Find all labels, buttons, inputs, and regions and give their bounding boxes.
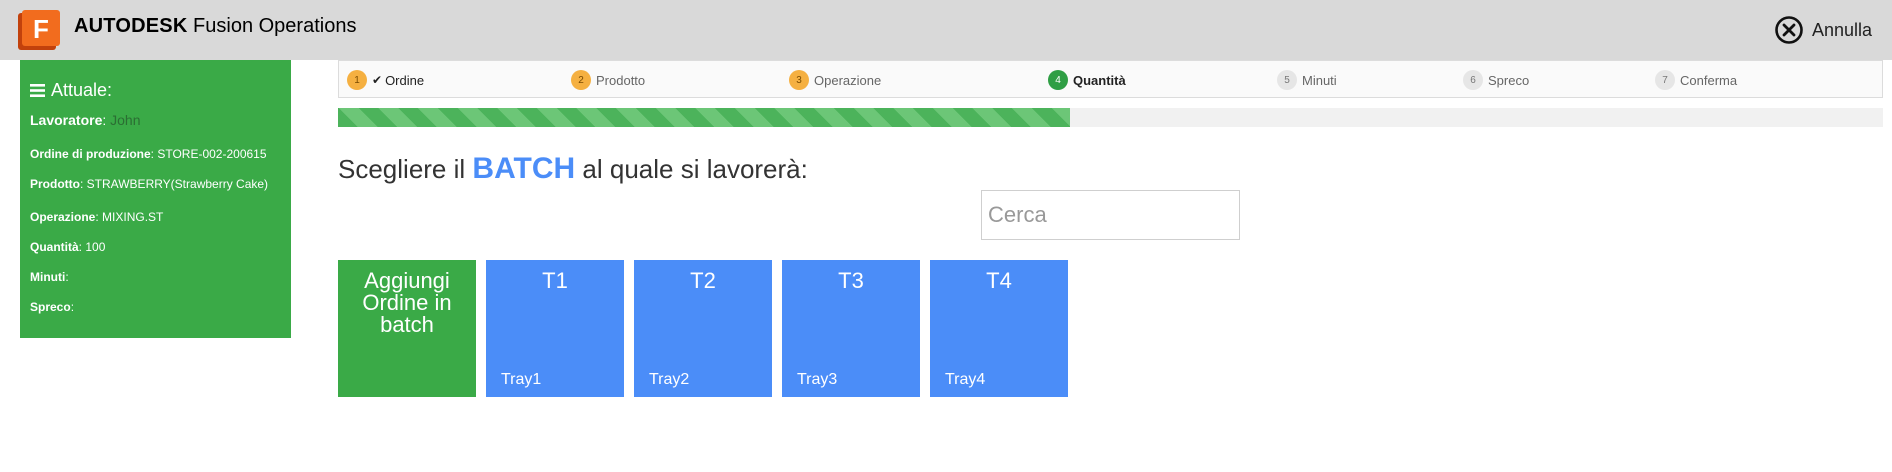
step-order[interactable]: 1 ✔ Ordine [347,70,424,90]
batch-name: Tray2 [649,371,690,388]
fusion-logo-icon: F [18,10,60,50]
wizard-stepper: 1 ✔ Ordine 2 Prodotto 3 Operazione 4 Qua… [338,60,1883,98]
step-number: 5 [1277,70,1297,90]
heading-post: al quale si lavorerà: [582,154,808,184]
current-info-panel: Attuale: Lavoratore: John Ordine di prod… [20,60,291,338]
quantity-value: 100 [85,240,106,254]
progress-fill [338,108,1071,127]
app-header: F AUTODESK Fusion Operations Annulla [0,0,1892,60]
heading-highlight: BATCH [472,152,576,185]
production-order-value: STORE-002-200615 [157,147,267,161]
add-order-label: Aggiungi Ordine in batch [362,268,452,337]
minutes-key: Minuti [30,270,66,284]
batch-name: Tray1 [501,371,542,388]
step-product[interactable]: 2 Prodotto [571,70,645,90]
step-confirm[interactable]: 7 Conferma [1655,70,1737,90]
close-circle-icon [1775,16,1803,44]
app-title: AUTODESK Fusion Operations [74,15,356,38]
cancel-label: Annulla [1811,19,1872,40]
step-label: Operazione [814,72,882,88]
step-label: Ordine [385,72,425,88]
step-number: 1 [347,70,367,90]
step-minutes[interactable]: 5 Minuti [1277,70,1337,90]
step-label: Conferma [1680,72,1738,88]
operation-row: Operazione: MIXING.ST [30,210,164,224]
step-number: 7 [1655,70,1675,90]
minutes-row: Minuti: [30,270,69,284]
batch-code: T3 [838,268,864,293]
batch-tile-t3[interactable]: T3 Tray3 [782,260,920,397]
quantity-row: Quantità: 100 [30,240,106,254]
step-number: 6 [1463,70,1483,90]
production-order-row: Ordine di produzione: STORE-002-200615 [30,147,267,161]
check-icon: ✔ [372,73,383,87]
step-quantity[interactable]: 4 Quantità [1048,70,1126,90]
panel-title: Attuale: [30,80,112,101]
batch-code: T2 [690,268,716,293]
batch-code: T1 [542,268,568,293]
panel-title-label: Attuale: [51,80,113,100]
waste-row: Spreco: [30,300,75,314]
step-label: Prodotto [596,72,646,88]
brand-product: Fusion Operations [193,15,357,37]
product-value: STRAWBERRY(Strawberry Cake) [86,177,269,191]
brand-bold: AUTODESK [74,15,188,37]
batch-name: Tray4 [945,371,986,388]
step-number: 3 [789,70,809,90]
operation-key: Operazione [30,210,96,224]
batch-code: T4 [986,268,1012,293]
step-waste[interactable]: 6 Spreco [1463,70,1529,90]
batch-name: Tray3 [797,371,838,388]
step-label: Minuti [1302,72,1337,88]
step-number: 2 [571,70,591,90]
batch-tile-t4[interactable]: T4 Tray4 [930,260,1068,397]
quantity-key: Quantità [30,240,79,254]
worker-row: Lavoratore: John [30,112,141,128]
wizard-progress-bar [338,108,1883,127]
batch-tile-t1[interactable]: T1 Tray1 [486,260,624,397]
heading-pre: Scegliere il [338,154,466,184]
step-operation[interactable]: 3 Operazione [789,70,881,90]
search-input[interactable] [981,190,1240,240]
menu-icon [30,84,45,97]
waste-key: Spreco [30,300,71,314]
cancel-button[interactable]: Annulla [1774,12,1872,48]
page-heading: Scegliere il BATCH al quale si lavorerà: [338,152,808,186]
product-key: Prodotto [30,177,80,191]
svg-text:F: F [33,14,49,44]
add-order-to-batch-button[interactable]: Aggiungi Ordine in batch [338,260,476,397]
worker-value: John [110,112,141,128]
operation-value: MIXING.ST [102,210,164,224]
step-label: Quantità [1073,72,1126,88]
step-label: Spreco [1488,72,1530,88]
production-order-key: Ordine di produzione [30,147,151,161]
product-row: Prodotto: STRAWBERRY(Strawberry Cake) [30,177,269,191]
worker-key: Lavoratore [30,112,103,128]
step-number: 4 [1048,70,1068,90]
batch-tile-t2[interactable]: T2 Tray2 [634,260,772,397]
